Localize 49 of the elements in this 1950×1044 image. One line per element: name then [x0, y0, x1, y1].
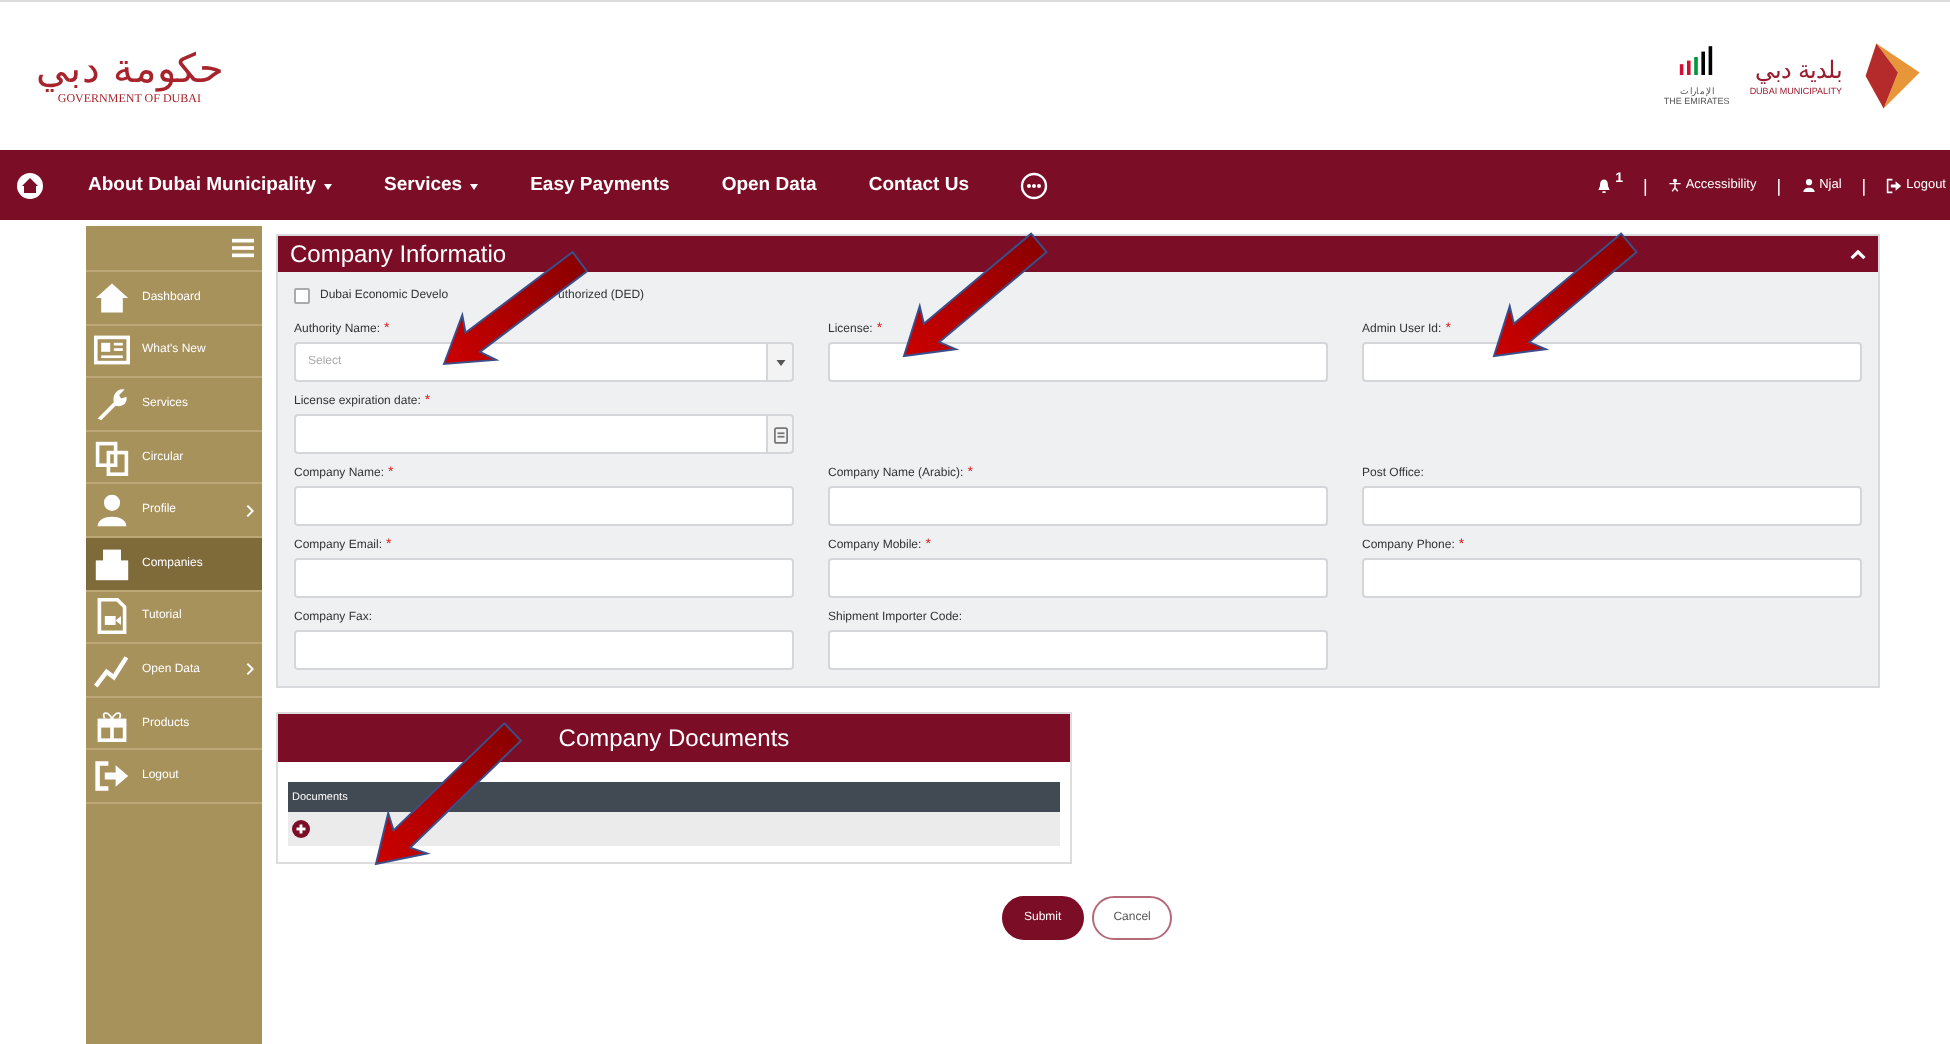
collapse-icon[interactable]	[1850, 249, 1866, 259]
dropdown-button[interactable]	[766, 342, 794, 382]
input-field[interactable]	[828, 486, 1328, 526]
chevron-right-icon	[246, 503, 254, 518]
notification-count: 1	[1615, 172, 1623, 186]
more-icon[interactable]	[1020, 171, 1049, 199]
person-icon	[94, 492, 130, 529]
input-field[interactable]	[828, 558, 1328, 598]
copy-icon	[94, 439, 130, 476]
wrench-icon	[94, 385, 130, 422]
input-field[interactable]	[294, 630, 794, 670]
input-field[interactable]	[1362, 558, 1862, 598]
building-icon	[94, 545, 130, 582]
home-icon[interactable]	[16, 171, 44, 199]
calendar-icon	[773, 425, 787, 443]
card-title: Company Documents	[558, 724, 790, 752]
input-field[interactable]	[828, 342, 1328, 382]
nav-menu-item[interactable]: Open Data	[721, 174, 817, 196]
separator: |	[1776, 175, 1782, 195]
chart-icon	[94, 651, 130, 688]
panel-title: Company Informatio	[290, 240, 507, 268]
input-field[interactable]	[1362, 342, 1862, 382]
input-field[interactable]	[1362, 486, 1862, 526]
separator: |	[1861, 175, 1867, 195]
logo-arabic-text: بلدية دبي	[1755, 56, 1842, 85]
news-icon	[94, 332, 130, 369]
home-icon	[94, 279, 130, 316]
logout-icon	[1886, 177, 1903, 193]
date-field[interactable]	[294, 414, 766, 454]
logout-icon	[94, 758, 130, 795]
menu-icon[interactable]	[232, 236, 254, 260]
bell-icon[interactable]	[1595, 177, 1612, 193]
nav-menu-item[interactable]: About Dubai Municipality	[88, 174, 332, 196]
accessibility-icon	[1667, 178, 1682, 192]
nav-menu-item[interactable]: Services	[384, 174, 479, 196]
calendar-button[interactable]	[766, 414, 794, 454]
input-field[interactable]	[294, 558, 794, 598]
caret-icon	[775, 359, 785, 365]
nav-menu-item[interactable]: Contact Us	[868, 174, 969, 196]
separator: |	[1642, 175, 1648, 195]
video-icon	[94, 598, 130, 635]
input-field[interactable]	[294, 486, 794, 526]
user-icon	[1801, 178, 1816, 192]
input-field[interactable]	[828, 630, 1328, 670]
nav-menu-item[interactable]: Easy Payments	[530, 174, 670, 196]
add-icon[interactable]	[292, 820, 310, 838]
logo-arabic-text: حكومة دبي	[36, 47, 223, 87]
checkbox[interactable]	[294, 288, 310, 304]
chevron-right-icon	[246, 662, 254, 677]
